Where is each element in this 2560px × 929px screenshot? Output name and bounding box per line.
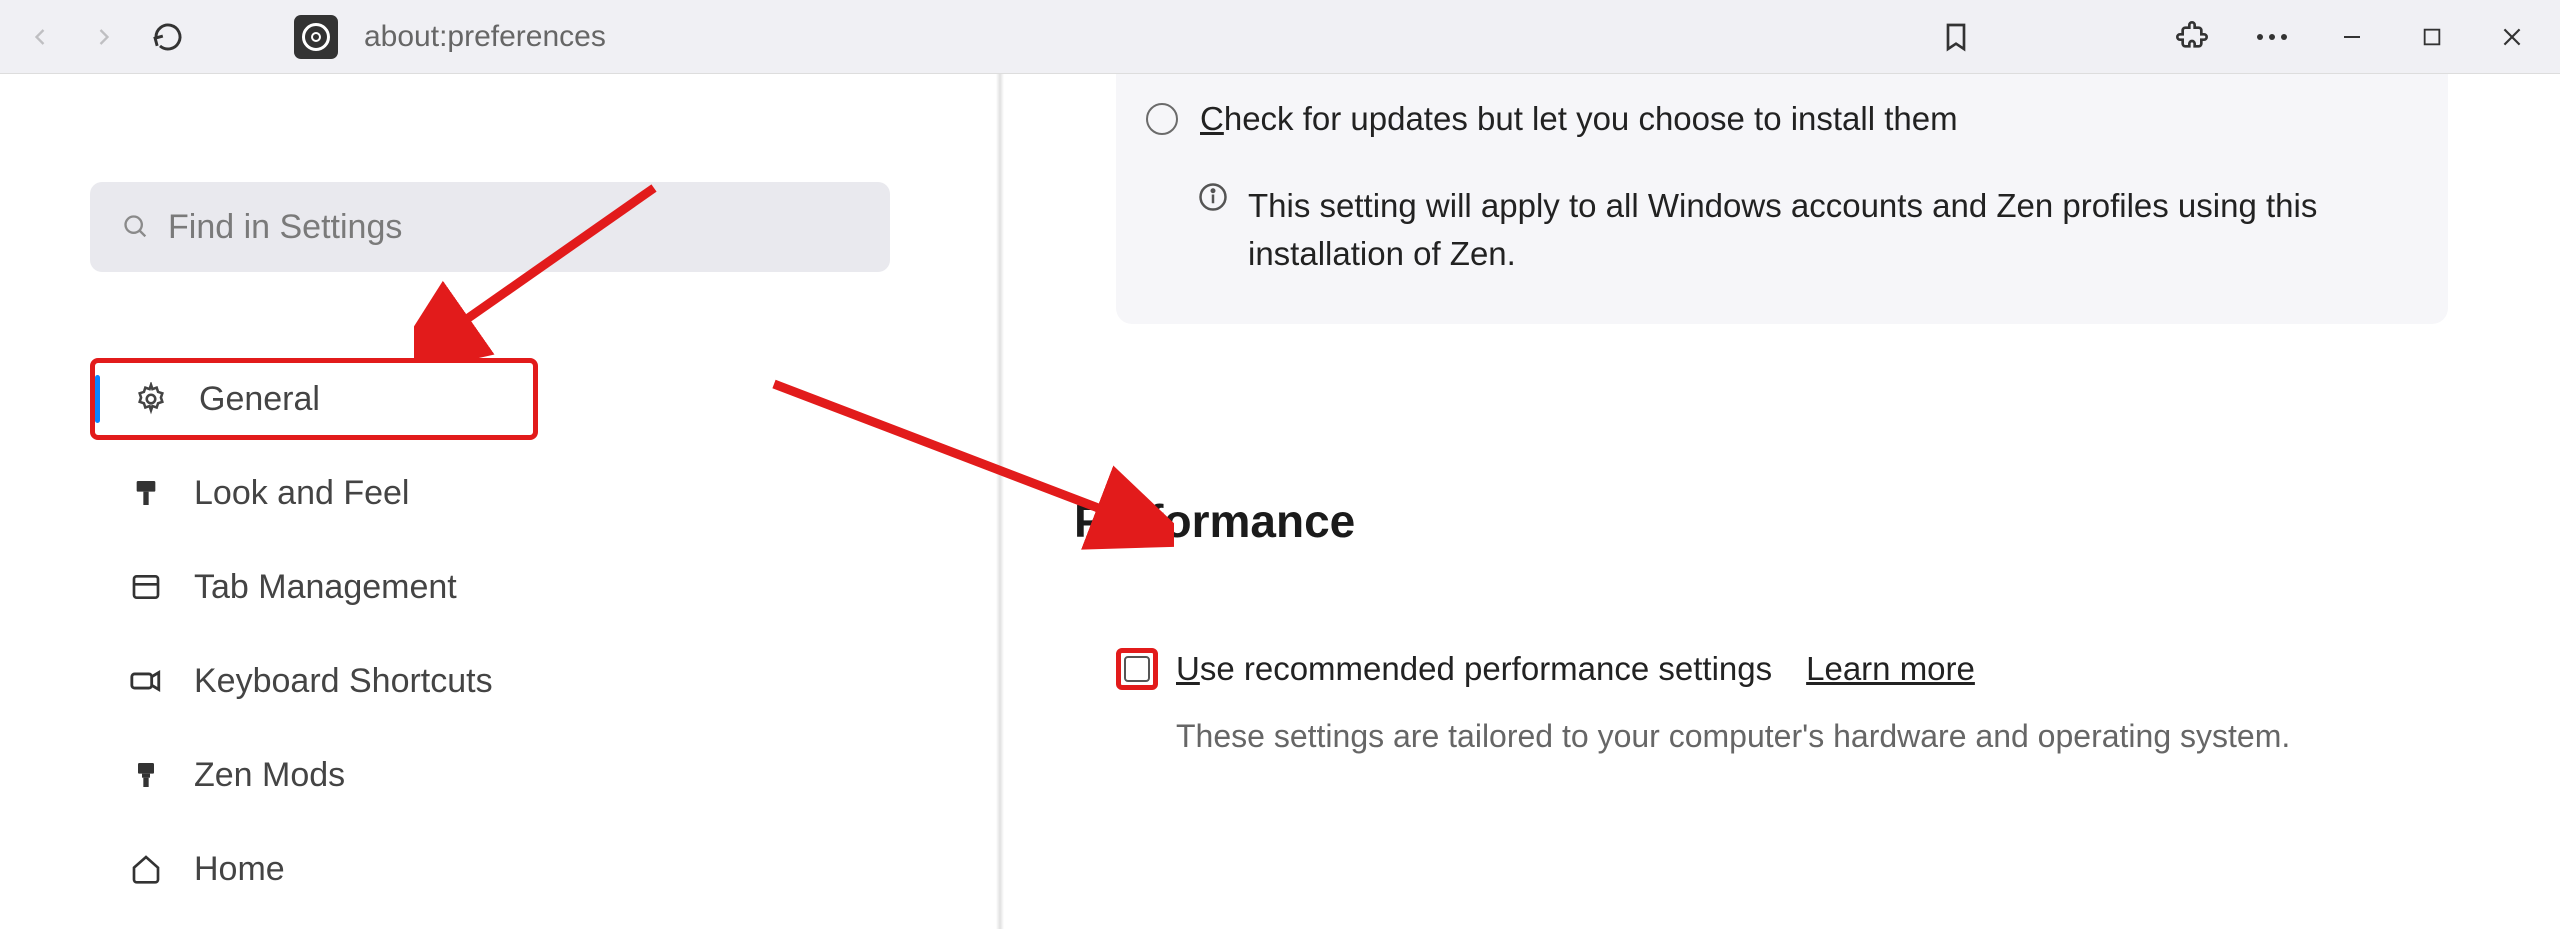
radio-label: CCheck for updates but let you choose to…: [1200, 100, 1958, 138]
settings-search-input[interactable]: Find in Settings: [90, 182, 890, 272]
info-note: This setting will apply to all Windows a…: [1146, 182, 2388, 278]
annotation-highlight-checkbox: [1116, 648, 1158, 690]
tab-icon: [128, 569, 164, 605]
performance-checkbox[interactable]: [1124, 656, 1150, 682]
sidebar-item-label: Tab Management: [194, 568, 457, 607]
sidebar-item-label: Keyboard Shortcuts: [194, 662, 493, 701]
site-identity-icon[interactable]: [294, 15, 338, 59]
keyboard-icon: [128, 663, 164, 699]
settings-sidebar: Find in Settings General Look and Feel T…: [0, 74, 1004, 929]
back-button[interactable]: [12, 9, 68, 65]
settings-nav-list: General Look and Feel Tab Management Key…: [90, 358, 1004, 910]
sidebar-item-home[interactable]: Home: [90, 828, 538, 910]
maximize-button[interactable]: [2408, 13, 2456, 61]
minimize-button[interactable]: [2328, 13, 2376, 61]
sidebar-item-label: General: [199, 380, 320, 419]
performance-section-title: Performance: [1074, 494, 2490, 548]
updates-card: CCheck for updates but let you choose to…: [1116, 74, 2448, 324]
bookmark-button[interactable]: [1932, 13, 1980, 61]
content-area: Find in Settings General Look and Feel T…: [0, 74, 2560, 929]
close-window-button[interactable]: [2488, 13, 2536, 61]
sidebar-item-tab-management[interactable]: Tab Management: [90, 546, 538, 628]
sidebar-item-look-and-feel[interactable]: Look and Feel: [90, 452, 538, 534]
home-icon: [128, 851, 164, 887]
app-menu-button[interactable]: [2248, 13, 2296, 61]
sidebar-item-label: Home: [194, 850, 285, 889]
search-placeholder: Find in Settings: [168, 208, 402, 247]
update-radio-option[interactable]: CCheck for updates but let you choose to…: [1146, 100, 2388, 138]
info-text: This setting will apply to all Windows a…: [1248, 182, 2388, 278]
sidebar-item-general[interactable]: General: [90, 358, 538, 440]
extensions-button[interactable]: [2168, 13, 2216, 61]
brush-icon: [128, 757, 164, 793]
sidebar-item-keyboard-shortcuts[interactable]: Keyboard Shortcuts: [90, 640, 538, 722]
sidebar-divider: [996, 74, 1004, 929]
reload-button[interactable]: [140, 9, 196, 65]
performance-settings: UUse recommended performance settingsse …: [1116, 648, 2490, 755]
forward-button[interactable]: [76, 9, 132, 65]
browser-toolbar: about:preferences: [0, 0, 2560, 74]
search-icon: [122, 213, 150, 241]
url-bar-text[interactable]: about:preferences: [364, 20, 606, 54]
performance-description: These settings are tailored to your comp…: [1176, 718, 2490, 755]
info-icon: [1198, 182, 1228, 278]
gear-icon: [133, 381, 169, 417]
paint-brush-icon: [128, 475, 164, 511]
learn-more-link[interactable]: Learn more: [1806, 650, 1975, 688]
sidebar-item-label: Zen Mods: [194, 756, 345, 795]
settings-main-panel: CCheck for updates but let you choose to…: [1004, 74, 2560, 929]
sidebar-item-label: Look and Feel: [194, 474, 410, 513]
sidebar-item-zen-mods[interactable]: Zen Mods: [90, 734, 538, 816]
radio-icon: [1146, 103, 1178, 135]
performance-checkbox-label: UUse recommended performance settingsse …: [1176, 650, 1772, 688]
